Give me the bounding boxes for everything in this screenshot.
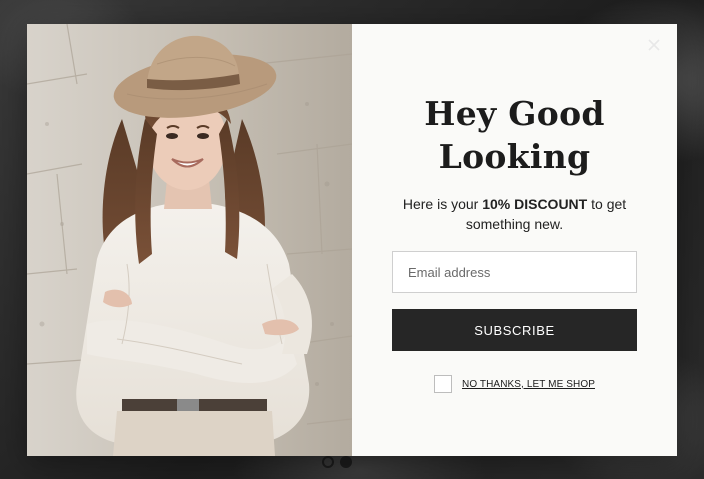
decline-option[interactable]: NO THANKS, LET ME SHOP [434,375,595,393]
discount-highlight: 10% DISCOUNT [482,196,588,212]
popup-content: Hey Good Looking Here is your 10% DISCOU… [352,24,677,456]
decline-link[interactable]: NO THANKS, LET ME SHOP [462,379,595,390]
close-icon [648,39,660,51]
popup-subtitle: Here is your 10% DISCOUNT to get somethi… [390,194,640,234]
slider-pagination [322,456,352,468]
slider-dot-active[interactable] [340,456,352,468]
popup-title: Hey Good Looking [385,92,645,178]
popup-photo [27,24,352,456]
popup-title-line2: Looking [438,137,591,176]
newsletter-popup: Hey Good Looking Here is your 10% DISCOU… [27,24,677,456]
subtitle-text: Here is your [402,196,479,212]
decline-checkbox[interactable] [434,375,452,393]
close-button[interactable] [645,36,663,54]
popup-title-line1: Hey Good [424,94,605,133]
slider-dot[interactable] [322,456,334,468]
email-field[interactable] [392,251,637,293]
subscribe-button[interactable]: SUBSCRIBE [392,309,637,351]
woman-in-hat-photo [27,24,352,456]
